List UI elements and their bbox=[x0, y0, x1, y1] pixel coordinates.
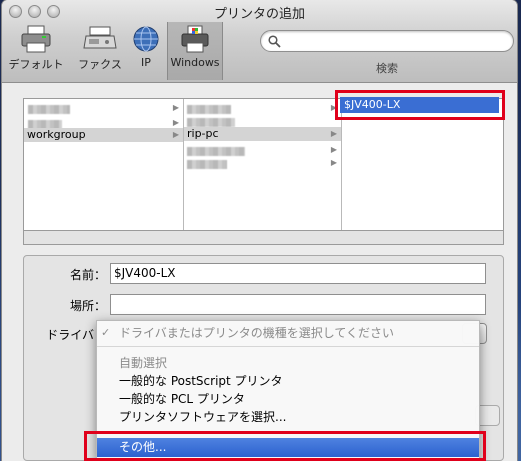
location-field[interactable] bbox=[110, 294, 486, 315]
workgroup-label: workgroup bbox=[27, 128, 86, 141]
browser-column2-item-rip-pc[interactable]: rip-pc ▶ bbox=[184, 127, 341, 141]
menu-item-auto-select[interactable]: 自動選択 bbox=[97, 354, 479, 372]
disclosure-arrow-icon: ▶ bbox=[172, 130, 179, 139]
globe-icon bbox=[128, 24, 164, 54]
menu-separator bbox=[97, 346, 479, 347]
toolbar-default-label: デフォルト bbox=[8, 58, 64, 71]
browser-resize-bar[interactable] bbox=[23, 231, 504, 245]
disclosure-arrow-icon: ▶ bbox=[330, 129, 337, 138]
name-label: 名前： bbox=[69, 268, 106, 282]
windows-printer-icon bbox=[177, 24, 213, 54]
callout-highlight bbox=[335, 90, 505, 120]
checkmark-icon: ✓ bbox=[101, 326, 111, 339]
search-icon bbox=[268, 35, 281, 48]
fax-icon bbox=[82, 24, 118, 54]
disclosure-arrow-icon: ▶ bbox=[330, 158, 337, 167]
toolbar-windows-label: Windows bbox=[170, 56, 220, 69]
search-label: 検索 bbox=[376, 62, 398, 75]
toolbar-fax-button[interactable]: ファクス bbox=[72, 24, 128, 78]
browser-column1-item[interactable]: ▶ bbox=[24, 101, 183, 115]
browser-column2-item[interactable]: ▶ bbox=[184, 156, 341, 170]
menu-item-generic-pcl[interactable]: 一般的な PCL プリンタ bbox=[97, 390, 479, 408]
browser-column1-item-workgroup[interactable]: workgroup ▶ bbox=[24, 128, 183, 142]
menu-item-label: ドライバまたはプリンタの機種を選択してください bbox=[119, 326, 395, 340]
callout-highlight bbox=[84, 431, 486, 461]
driver-label: ドライバ bbox=[46, 328, 94, 342]
menu-item-select-software[interactable]: プリンタソフトウェアを選択... bbox=[97, 408, 479, 426]
toolbar-default-button[interactable]: デフォルト bbox=[6, 24, 66, 78]
toolbar: プリンタの追加 デフォルト ファクス IP Windows 検索 bbox=[2, 0, 517, 83]
name-field[interactable]: $JV400-LX bbox=[110, 263, 486, 284]
menu-item-generic-postscript[interactable]: 一般的な PostScript プリンタ bbox=[97, 372, 479, 390]
browser-column2-item[interactable]: ▶ bbox=[184, 143, 341, 157]
disclosure-arrow-icon: ▶ bbox=[172, 103, 179, 112]
menu-item-label: 一般的な PCL プリンタ bbox=[119, 392, 245, 406]
location-label: 場所： bbox=[69, 299, 106, 313]
toolbar-windows-button[interactable]: Windows bbox=[167, 22, 223, 80]
toolbar-ip-label: IP bbox=[141, 56, 151, 69]
disclosure-arrow-icon: ▶ bbox=[330, 145, 337, 154]
browser-column2-item[interactable]: ▶ bbox=[184, 101, 341, 115]
search-input[interactable] bbox=[260, 30, 514, 52]
menu-item-label: 一般的な PostScript プリンタ bbox=[119, 374, 283, 388]
window-title: プリンタの追加 bbox=[213, 7, 305, 22]
add-printer-window: プリンタの追加 デフォルト ファクス IP Windows 検索 ▶ ▶ wor… bbox=[2, 0, 517, 461]
toolbar-fax-label: ファクス bbox=[78, 58, 122, 71]
menu-item-select-driver[interactable]: ✓ ドライバまたはプリンタの機種を選択してください bbox=[97, 324, 479, 342]
rip-pc-label: rip-pc bbox=[187, 127, 219, 140]
menu-item-label: プリンタソフトウェアを選択... bbox=[119, 410, 287, 424]
menu-item-label: 自動選択 bbox=[119, 356, 168, 370]
printer-icon bbox=[18, 24, 54, 54]
toolbar-ip-button[interactable]: IP bbox=[128, 24, 164, 78]
blurred-item bbox=[187, 115, 235, 127]
